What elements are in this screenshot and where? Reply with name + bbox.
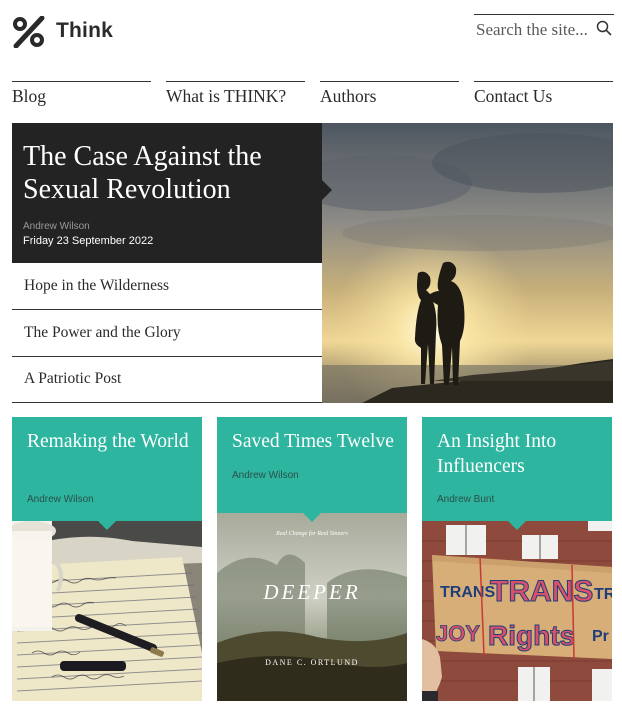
article-card-saved-times-twelve[interactable]: Saved Times Twelve Andrew Wilson Real Ch… bbox=[217, 417, 407, 701]
nav-item-blog[interactable]: Blog bbox=[12, 81, 151, 108]
featured-post-date: Friday 23 September 2022 bbox=[23, 235, 154, 247]
featured-post-title[interactable]: The Case Against the Sexual Revolution bbox=[23, 140, 313, 206]
card-pointer-notch bbox=[303, 513, 321, 522]
post-link-hope-in-the-wilderness[interactable]: Hope in the Wilderness bbox=[12, 263, 322, 310]
nav-item-label: Authors bbox=[320, 86, 377, 106]
card-author: Andrew Bunt bbox=[437, 494, 495, 505]
book-author: DANE C. ORTLUND bbox=[265, 658, 359, 667]
card-header: An Insight Into Influencers Andrew Bunt bbox=[422, 417, 612, 521]
protest-placard-image[interactable]: TRANS TRANS TR JOY Rights Pr bbox=[422, 521, 612, 701]
search-box bbox=[474, 14, 614, 45]
post-link-a-patriotic-post[interactable]: A Patriotic Post bbox=[12, 356, 322, 403]
featured-pointer-arrow bbox=[322, 180, 332, 200]
book-subtitle: Real Change for Real Sinners bbox=[275, 530, 348, 537]
card-pointer-notch bbox=[98, 521, 116, 530]
article-card-remaking-the-world[interactable]: Remaking the World Andrew Wilson bbox=[12, 417, 202, 701]
post-link-label: A Patriotic Post bbox=[24, 370, 122, 387]
placard-word: TRANS bbox=[440, 584, 495, 601]
card-pointer-notch bbox=[508, 521, 526, 530]
card-header: Remaking the World Andrew Wilson bbox=[12, 417, 202, 521]
search-icon[interactable] bbox=[596, 20, 612, 36]
site-logo-text[interactable]: Think bbox=[56, 19, 113, 43]
placard-word: JOY bbox=[436, 621, 480, 646]
handwritten-letter-pen-image[interactable] bbox=[12, 521, 202, 701]
post-link-label: The Power and the Glory bbox=[24, 324, 181, 341]
placard-word: TRANS bbox=[490, 575, 593, 608]
search-input[interactable] bbox=[476, 19, 588, 41]
card-title[interactable]: An Insight Into Influencers bbox=[437, 429, 607, 479]
nav-item-what-is-think[interactable]: What is THINK? bbox=[166, 81, 305, 108]
article-card-an-insight-into-influencers[interactable]: An Insight Into Influencers Andrew Bunt bbox=[422, 417, 612, 701]
placard-word: Pr bbox=[592, 628, 609, 645]
card-title[interactable]: Saved Times Twelve bbox=[232, 429, 402, 454]
placard-word: Rights bbox=[488, 620, 575, 651]
nav-item-label: What is THINK? bbox=[166, 86, 287, 106]
nav-item-label: Blog bbox=[12, 86, 47, 106]
card-header: Saved Times Twelve Andrew Wilson bbox=[217, 417, 407, 513]
card-title[interactable]: Remaking the World bbox=[27, 429, 197, 454]
nav-item-contact-us[interactable]: Contact Us bbox=[474, 81, 613, 108]
book-cover-deeper-image[interactable]: Real Change for Real Sinners DEEPER DANE… bbox=[217, 513, 407, 701]
featured-post-image[interactable] bbox=[322, 123, 613, 403]
featured-post-panel[interactable]: The Case Against the Sexual Revolution A… bbox=[12, 123, 322, 263]
nav-item-label: Contact Us bbox=[474, 86, 553, 106]
featured-post-author: Andrew Wilson bbox=[23, 221, 90, 232]
card-author: Andrew Wilson bbox=[232, 470, 299, 481]
card-author: Andrew Wilson bbox=[27, 494, 94, 505]
book-title: DEEPER bbox=[262, 580, 360, 604]
post-link-label: Hope in the Wilderness bbox=[24, 277, 170, 294]
percent-logo-icon[interactable] bbox=[12, 15, 46, 49]
nav-item-authors[interactable]: Authors bbox=[320, 81, 459, 108]
placard-word: TR bbox=[594, 586, 612, 603]
post-link-the-power-and-the-glory[interactable]: The Power and the Glory bbox=[12, 310, 322, 357]
